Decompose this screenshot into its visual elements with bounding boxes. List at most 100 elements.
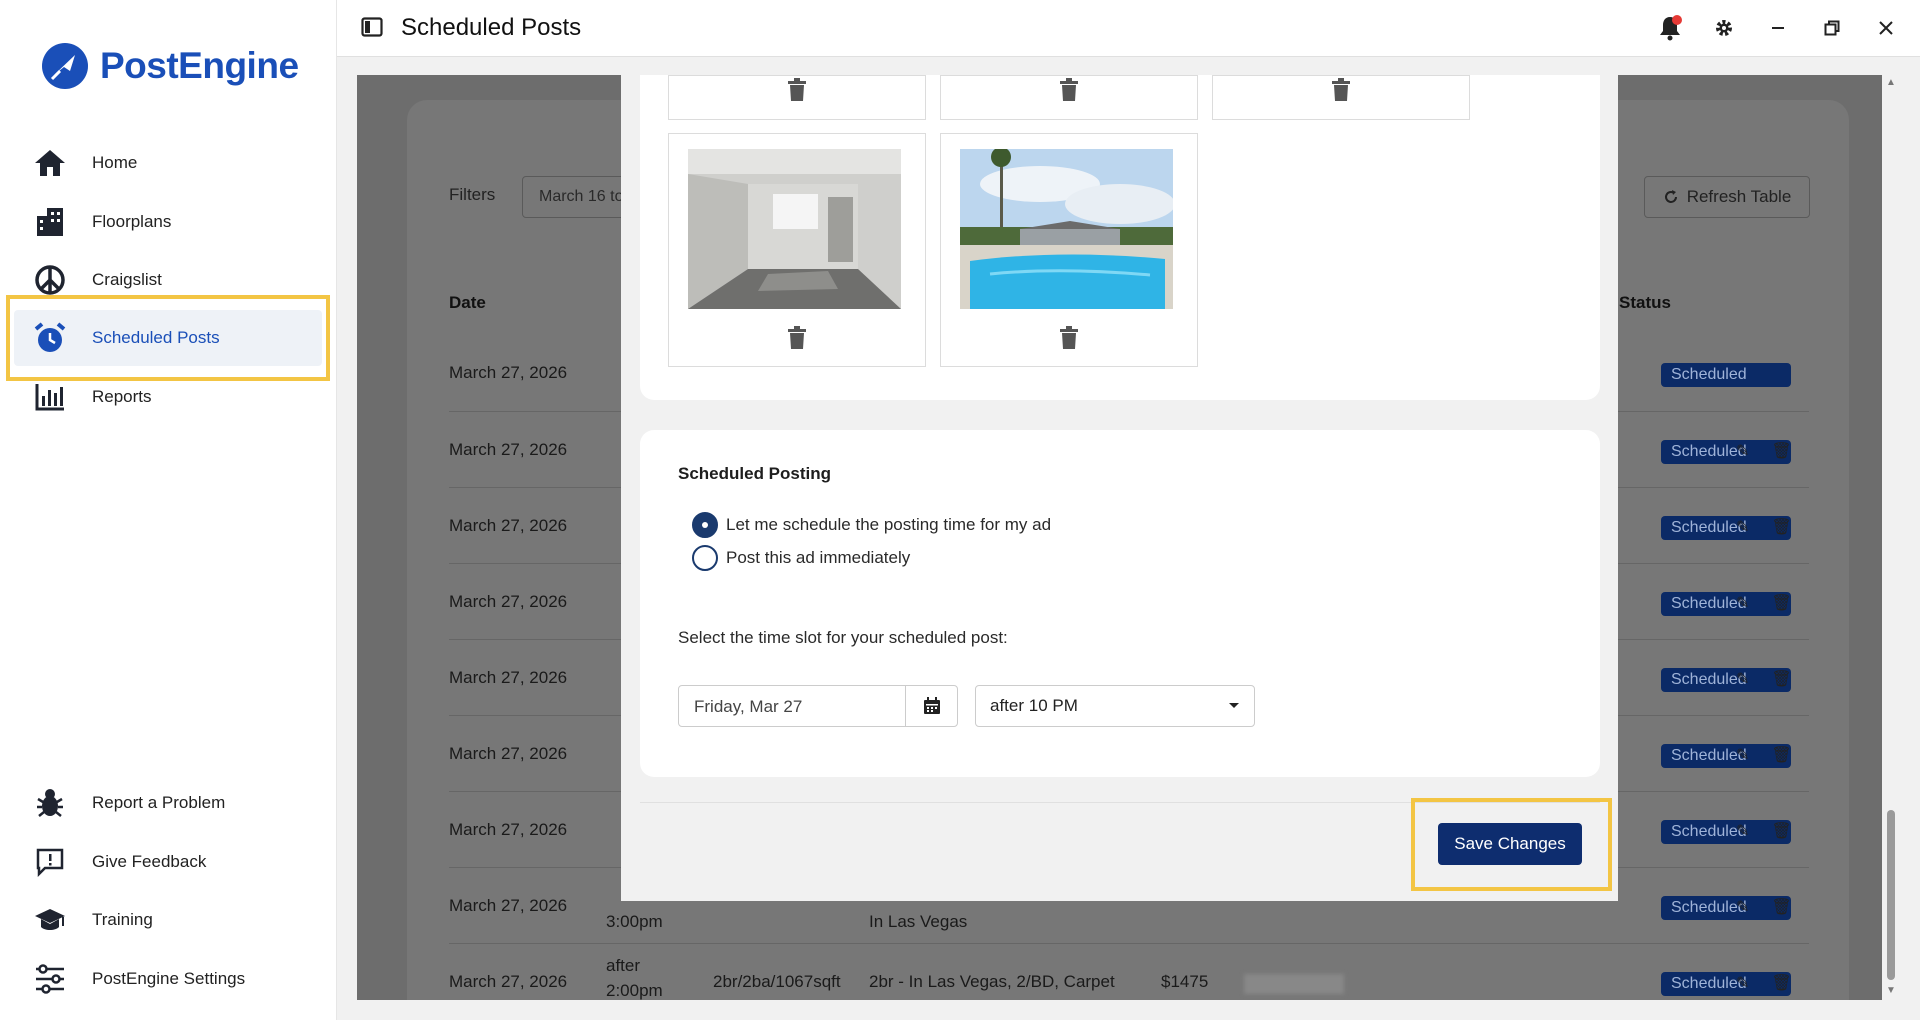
radio-label: Let me schedule the posting time for my … [726, 515, 1052, 534]
delete-trash-icon[interactable]: 🗑 [1771, 517, 1791, 537]
sidebar-item-label: Report a Problem [92, 793, 226, 812]
edit-post-modal: Scheduled Posting Let me schedule the po… [621, 75, 1618, 901]
row-time-line2: 2:00pm [606, 981, 663, 1000]
date-picker-input[interactable]: Friday, Mar 27 [678, 685, 958, 727]
sidebar: PostEngine Home Floorplans Craigslist Sc… [0, 0, 337, 1020]
schedule-option-immediate[interactable]: Post this ad immediately [692, 545, 910, 571]
bar-chart-icon [30, 377, 70, 417]
title-bar: Scheduled Posts [337, 0, 1920, 57]
restore-icon[interactable] [1818, 14, 1846, 42]
notification-bell-icon[interactable] [1656, 14, 1684, 42]
schedule-option-custom[interactable]: Let me schedule the posting time for my … [692, 512, 1051, 538]
row-date: March 27, 2026 [449, 972, 568, 991]
edit-pencil-icon[interactable]: ✎ [1736, 669, 1749, 689]
status-badge: Scheduled [1661, 363, 1791, 387]
delete-trash-icon[interactable]: 🗑 [1771, 593, 1791, 613]
scroll-down-arrow-icon[interactable]: ▼ [1886, 985, 1896, 996]
edit-pencil-icon[interactable]: ✎ [1736, 897, 1749, 917]
time-slot-label: Select the time slot for your scheduled … [678, 628, 1008, 647]
refresh-table-button[interactable]: Refresh Table [1644, 176, 1810, 218]
edit-pencil-icon[interactable]: ✎ [1736, 821, 1749, 841]
image-thumbnail [940, 133, 1198, 367]
image-thumbnail [940, 75, 1198, 120]
scheduled-posting-title: Scheduled Posting [678, 464, 832, 483]
graduation-cap-icon [30, 900, 70, 940]
sidebar-item-label: Reports [92, 387, 152, 406]
peace-icon [30, 260, 70, 300]
sidebar-item-give-feedback[interactable]: Give Feedback [14, 834, 322, 890]
app-logo[interactable]: PostEngine [40, 38, 299, 94]
delete-image-trash-icon[interactable] [1330, 78, 1352, 107]
delete-trash-icon[interactable]: 🗑 [1771, 897, 1791, 917]
edit-pencil-icon[interactable]: ✎ [1736, 973, 1749, 993]
column-header-date: Date [449, 293, 486, 312]
sidebar-item-label: PostEngine Settings [92, 969, 246, 988]
table-row: March 27, 2026 after 2:00pm 2br/2ba/1067… [449, 943, 1809, 1000]
feedback-icon [30, 842, 70, 882]
scroll-up-arrow-icon[interactable]: ▲ [1886, 77, 1896, 88]
date-value: Friday, Mar 27 [694, 697, 803, 716]
row-date: March 27, 2026 [449, 363, 568, 382]
sidebar-item-label: Craigslist [92, 270, 162, 289]
sidebar-item-training[interactable]: Training [14, 892, 322, 948]
sidebar-item-home[interactable]: Home [14, 135, 322, 191]
blurred-cell [1244, 974, 1344, 994]
panel-toggle-icon[interactable] [361, 17, 383, 42]
time-slot-select[interactable]: after 10 PM [975, 685, 1255, 727]
row-date: March 27, 2026 [449, 744, 568, 763]
sidebar-item-floorplans[interactable]: Floorplans [14, 194, 322, 250]
image-thumbnail [1212, 75, 1470, 120]
sidebar-item-reports[interactable]: Reports [14, 369, 322, 425]
page-title: Scheduled Posts [401, 14, 582, 41]
sidebar-item-craigslist[interactable]: Craigslist [14, 252, 322, 308]
refresh-table-label: Refresh Table [1686, 187, 1792, 206]
edit-pencil-icon[interactable]: ✎ [1736, 745, 1749, 765]
delete-trash-icon[interactable]: 🗑 [1771, 441, 1791, 461]
save-changes-button[interactable]: Save Changes [1438, 823, 1582, 865]
logo-rocket-icon [42, 43, 88, 89]
sidebar-item-report-problem[interactable]: Report a Problem [14, 775, 322, 831]
row-floorplan: 2br/2ba/1067sqft [713, 972, 841, 991]
delete-trash-icon[interactable]: 🗑 [1771, 745, 1791, 765]
calendar-icon[interactable] [905, 686, 957, 726]
delete-image-trash-icon[interactable] [1058, 78, 1080, 107]
edit-pencil-icon[interactable]: ✎ [1736, 441, 1749, 461]
scroll-thumb[interactable] [1887, 810, 1895, 980]
delete-image-trash-icon[interactable] [1058, 326, 1080, 355]
image-thumbnail [668, 75, 926, 120]
delete-trash-icon[interactable]: 🗑 [1771, 669, 1791, 689]
row-price: $1475 [1161, 972, 1209, 991]
row-date: March 27, 2026 [449, 668, 568, 687]
sidebar-item-label: Training [92, 910, 153, 929]
column-header-status: Status [1619, 293, 1671, 312]
edit-pencil-icon[interactable]: ✎ [1736, 593, 1749, 613]
settings-gear-icon[interactable] [1710, 14, 1738, 42]
delete-trash-icon[interactable]: 🗑 [1771, 973, 1791, 993]
notification-dot [1672, 15, 1682, 25]
sidebar-item-label: Floorplans [92, 212, 172, 231]
sidebar-item-scheduled-posts[interactable]: Scheduled Posts [14, 310, 322, 366]
home-icon [30, 143, 70, 183]
row-date: March 27, 2026 [449, 820, 568, 839]
minimize-icon[interactable] [1764, 14, 1792, 42]
brand-name: PostEngine [100, 45, 299, 86]
alarm-clock-icon [30, 318, 70, 358]
radio-selected-icon[interactable] [692, 512, 718, 538]
radio-label: Post this ad immediately [726, 548, 911, 567]
room-photo [688, 149, 901, 309]
image-thumbnail [668, 133, 926, 367]
row-date: March 27, 2026 [449, 440, 568, 459]
edit-pencil-icon[interactable]: ✎ [1736, 517, 1749, 537]
sidebar-item-settings[interactable]: PostEngine Settings [14, 951, 322, 1007]
modal-footer-divider [640, 802, 1600, 803]
delete-image-trash-icon[interactable] [786, 78, 808, 107]
row-date: March 27, 2026 [449, 592, 568, 611]
sidebar-item-label: Give Feedback [92, 852, 207, 871]
row-time: 3:00pm [606, 912, 663, 931]
scrollbar[interactable]: ▲ ▼ [1882, 75, 1900, 1000]
delete-image-trash-icon[interactable] [786, 326, 808, 355]
delete-trash-icon[interactable]: 🗑 [1771, 821, 1791, 841]
close-icon[interactable] [1872, 14, 1900, 42]
radio-unselected-icon[interactable] [692, 545, 718, 571]
scheduled-posting-panel: Scheduled Posting Let me schedule the po… [640, 430, 1600, 777]
